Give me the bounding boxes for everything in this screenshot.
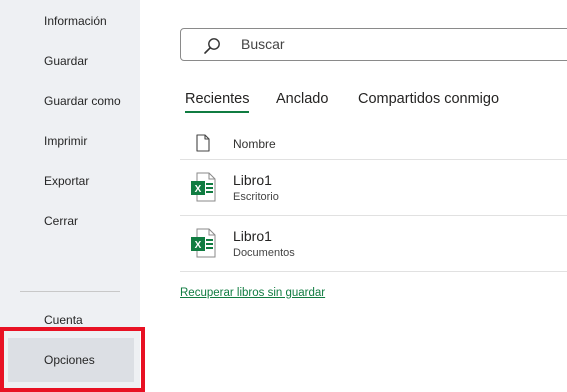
search-box[interactable] [180,28,567,61]
tab-recientes[interactable]: Recientes [185,91,250,113]
sidebar-divider [20,291,120,292]
divider [180,159,567,160]
tab-anclado[interactable]: Anclado [276,91,328,107]
svg-text:X: X [195,184,202,195]
divider [180,271,567,272]
nav-informacion[interactable]: Información [44,14,107,28]
file-location: Documentos [233,247,295,259]
search-input[interactable] [241,36,541,52]
nav-cerrar[interactable]: Cerrar [44,214,78,228]
recover-unsaved-link[interactable]: Recuperar libros sin guardar [180,287,325,299]
file-name: Libro1 [233,172,272,188]
document-icon [196,134,210,152]
tab-compartidos-conmigo[interactable]: Compartidos conmigo [358,91,499,107]
svg-text:X: X [195,240,202,251]
file-location: Escritorio [233,191,279,203]
excel-file-icon: X [191,228,216,258]
file-name: Libro1 [233,228,272,244]
nav-imprimir[interactable]: Imprimir [44,134,87,148]
nav-guardar-como[interactable]: Guardar como [44,94,121,108]
divider [180,215,567,216]
search-icon [204,38,220,54]
highlight-box [0,327,145,392]
nav-guardar[interactable]: Guardar [44,54,88,68]
nav-cuenta[interactable]: Cuenta [44,313,83,327]
excel-file-icon: X [191,172,216,202]
nav-exportar[interactable]: Exportar [44,174,89,188]
column-header-nombre[interactable]: Nombre [233,137,276,151]
